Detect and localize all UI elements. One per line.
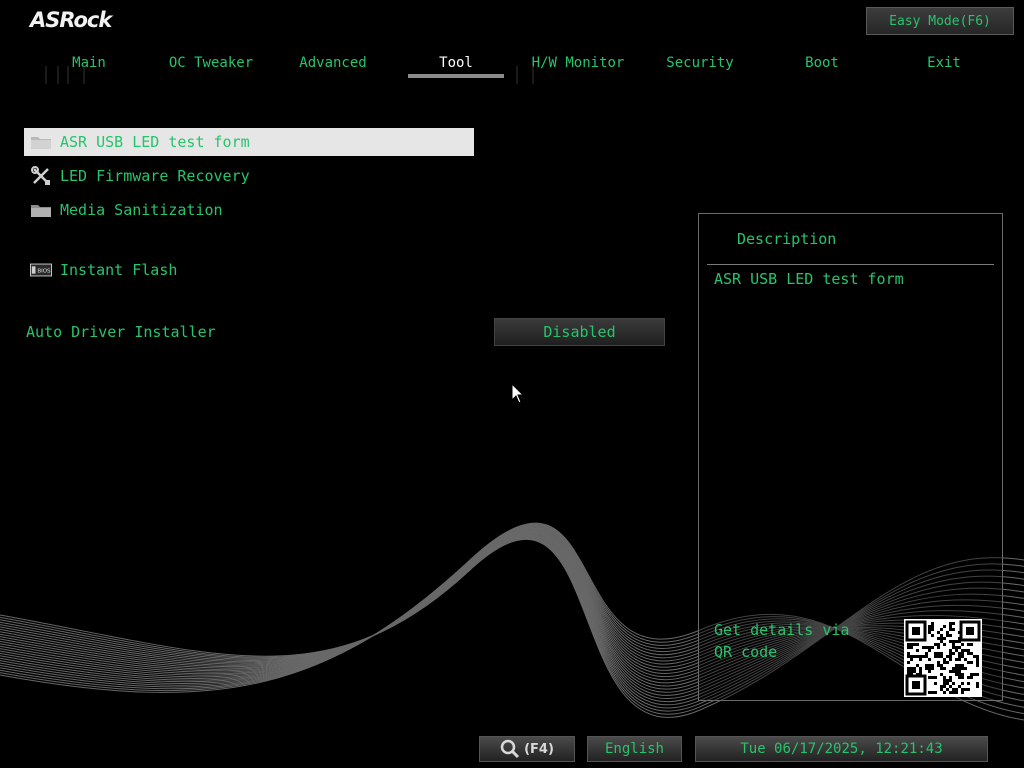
tab-oc-tweaker[interactable]: OC Tweaker: [150, 52, 272, 74]
asrock-logo: ASRock: [30, 8, 112, 32]
bios-chip-icon: BIOS: [30, 261, 52, 279]
search-button[interactable]: (F4): [479, 736, 575, 762]
tab-advanced[interactable]: Advanced: [272, 52, 394, 74]
language-button[interactable]: English: [587, 736, 682, 762]
qr-code: [904, 619, 982, 697]
menu-item-media-sanitization[interactable]: Media Sanitization: [24, 196, 474, 224]
active-tab-indicator: [408, 74, 504, 78]
menu-item-led-firmware-recovery[interactable]: LED Firmware Recovery: [24, 162, 474, 190]
menu-item-label: Instant Flash: [60, 261, 178, 279]
tools-icon: [30, 166, 52, 185]
menu-item-label: Media Sanitization: [60, 201, 223, 219]
bios-screen: ASRock Easy Mode(F6) Main OC Tweaker Adv…: [0, 0, 1024, 768]
tab-decoration: [45, 66, 85, 84]
search-icon: [500, 739, 520, 759]
menu-item-instant-flash[interactable]: BIOS Instant Flash: [24, 256, 474, 284]
tab-boot[interactable]: Boot: [761, 52, 883, 74]
description-divider: [707, 264, 994, 265]
description-title: Description: [737, 230, 837, 248]
auto-driver-installer-label: Auto Driver Installer: [26, 323, 216, 341]
folder-icon: [30, 133, 52, 151]
tab-decoration-2: [516, 66, 534, 84]
tab-tool[interactable]: Tool: [395, 52, 517, 74]
menu-item-label: LED Firmware Recovery: [60, 167, 250, 185]
qr-hint-text: Get details via QR code: [714, 621, 850, 661]
menu-item-asr-usb-led-test-form[interactable]: ASR USB LED test form: [24, 128, 474, 156]
tab-security[interactable]: Security: [639, 52, 761, 74]
description-text: ASR USB LED test form: [714, 270, 904, 288]
mouse-cursor-icon: [511, 383, 525, 404]
easy-mode-button[interactable]: Easy Mode(F6): [866, 7, 1014, 35]
bios-chip-text: BIOS: [37, 269, 51, 275]
search-shortcut-label: (F4): [524, 741, 554, 757]
auto-driver-installer-select[interactable]: Disabled: [494, 318, 665, 346]
tab-exit[interactable]: Exit: [883, 52, 1005, 74]
folder-icon: [30, 201, 52, 219]
datetime-display: Tue 06/17/2025, 12:21:43: [695, 736, 988, 762]
menu-item-label: ASR USB LED test form: [60, 133, 250, 151]
